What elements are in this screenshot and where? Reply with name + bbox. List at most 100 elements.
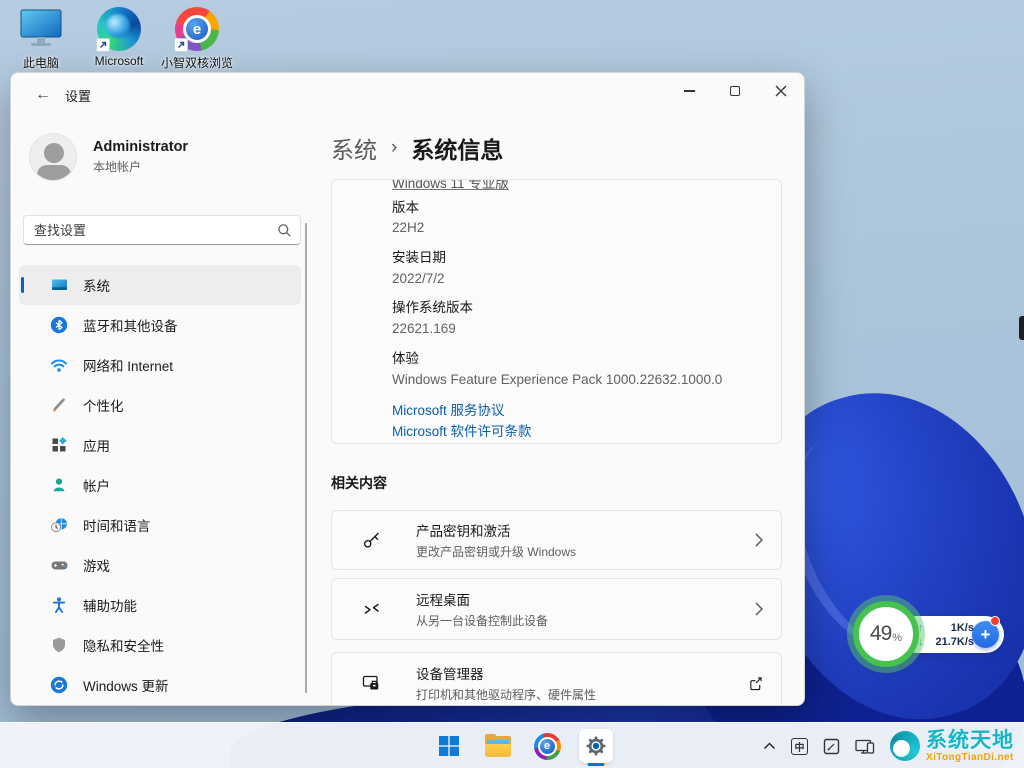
shortcut-arrow-icon — [96, 38, 110, 52]
sidebar-nav: 系统 蓝牙和其他设备 网络和 Internet 个性化 — [19, 265, 301, 705]
browser-button[interactable]: e — [530, 729, 564, 763]
related-content-title: 相关内容 — [331, 473, 387, 493]
chevron-right-icon — [745, 602, 763, 616]
windows-start-icon — [437, 734, 461, 758]
window-title: 设置 — [65, 86, 91, 105]
screen-edge-handle[interactable] — [1019, 316, 1024, 340]
card-title: 设备管理器 — [416, 663, 745, 683]
breadcrumb-parent[interactable]: 系统 — [331, 131, 377, 165]
search-box[interactable] — [23, 215, 301, 245]
account-name: Administrator — [93, 139, 188, 155]
license-terms-link[interactable]: Microsoft 软件许可条款 — [392, 420, 532, 440]
usage-percent: 49 — [870, 622, 891, 646]
card-title: 产品密钥和激活 — [416, 520, 745, 540]
maximize-icon — [730, 86, 740, 96]
card-remote-desktop[interactable]: 远程桌面 从另一台设备控制此设备 — [331, 578, 782, 640]
desktop-icon-this-pc[interactable]: 此电脑 — [2, 6, 80, 71]
desktop-icon-xiaozhi-browser[interactable]: e 小智双核浏览 — [158, 6, 236, 71]
avatar — [29, 133, 77, 181]
windows-update-icon — [49, 676, 69, 694]
time-language-icon — [49, 516, 69, 534]
breadcrumb-separator: › — [391, 137, 397, 159]
spec-value: 2022/7/2 — [392, 271, 445, 286]
xitongtiandi-logo-icon — [890, 731, 920, 761]
card-subtitle: 更改产品密钥或升级 Windows — [416, 543, 745, 560]
active-app-indicator — [588, 763, 605, 766]
upload-speed: 1K/s — [951, 621, 974, 635]
spec-value: 22621.169 — [392, 321, 456, 336]
spec-label: 版本 — [392, 196, 419, 216]
chevron-up-icon — [763, 742, 776, 750]
apps-icon — [49, 436, 69, 454]
accessibility-icon — [49, 596, 69, 614]
browser-icon: e — [534, 733, 561, 760]
card-device-manager[interactable]: 设备管理器 打印机和其他驱动程序、硬件属性 — [331, 652, 782, 706]
search-icon — [277, 223, 292, 238]
touch-keyboard-button[interactable] — [823, 738, 840, 755]
xitongtiandi-watermark[interactable]: 系统天地 XiTongTianDi.net — [890, 730, 1014, 763]
maximize-button[interactable] — [712, 73, 758, 109]
ime-indicator[interactable]: 中 — [791, 738, 808, 755]
clipped-edition-line: Windows 11 专业版 — [392, 180, 509, 190]
search-input[interactable] — [34, 223, 277, 238]
sidebar-item-bluetooth[interactable]: 蓝牙和其他设备 — [19, 305, 301, 345]
memory-usage-ball[interactable]: 49 % — [853, 601, 919, 667]
sidebar-item-apps[interactable]: 应用 — [19, 425, 301, 465]
windows-spec-panel: Windows 11 专业版 版本 22H2 安装日期 2022/7/2 操作系… — [331, 179, 782, 444]
chevron-right-icon — [745, 533, 763, 547]
card-product-key-activation[interactable]: 产品密钥和激活 更改产品密钥或升级 Windows — [331, 510, 782, 570]
desktop-icons: 此电脑 Microsoft e 小智双核浏览 — [2, 6, 236, 71]
services-agreement-link[interactable]: Microsoft 服务协议 — [392, 399, 505, 419]
cast-device-icon — [855, 738, 875, 755]
titlebar: ← 设置 — [11, 73, 804, 117]
spec-label: 安装日期 — [392, 246, 446, 266]
this-pc-icon — [18, 8, 64, 50]
minimize-button[interactable] — [666, 73, 712, 109]
sidebar-item-windows-update[interactable]: Windows 更新 — [19, 665, 301, 705]
sidebar-item-gaming[interactable]: 游戏 — [19, 545, 301, 585]
close-icon — [775, 85, 787, 97]
desktop-icon-label: 小智双核浏览 — [161, 54, 233, 71]
account-type: 本地帐户 — [93, 158, 188, 175]
sidebar-item-system[interactable]: 系统 — [19, 265, 301, 305]
settings-taskbar-button[interactable] — [579, 729, 613, 763]
shortcut-arrow-icon — [174, 38, 188, 52]
sidebar-item-personalization[interactable]: 个性化 — [19, 385, 301, 425]
tray-expand-button[interactable] — [763, 742, 776, 750]
sidebar-item-network[interactable]: 网络和 Internet — [19, 345, 301, 385]
card-title: 远程桌面 — [416, 589, 745, 609]
sidebar-item-accessibility[interactable]: 辅助功能 — [19, 585, 301, 625]
back-button[interactable]: ← — [29, 81, 57, 109]
spec-value: Windows Feature Experience Pack 1000.226… — [392, 372, 722, 387]
breadcrumb: 系统 › 系统信息 — [331, 131, 503, 165]
taskbar: e 中 — [0, 722, 1024, 768]
settings-gear-icon — [584, 734, 608, 758]
account-card[interactable]: Administrator 本地帐户 — [29, 133, 188, 181]
sidebar-item-accounts[interactable]: 帐户 — [19, 465, 301, 505]
desktop-icon-label: Microsoft — [95, 54, 144, 68]
spec-label: 操作系统版本 — [392, 296, 473, 316]
desktop-icon-label: 此电脑 — [23, 54, 59, 71]
sidebar-scrollbar[interactable] — [305, 223, 307, 693]
close-button[interactable] — [758, 73, 804, 109]
watermark-title: 系统天地 — [926, 730, 1014, 751]
gaming-icon — [49, 556, 69, 574]
desktop-icon-microsoft-edge[interactable]: Microsoft — [80, 6, 158, 71]
cast-button[interactable] — [855, 738, 875, 755]
bluetooth-icon — [49, 316, 69, 334]
spec-label: 体验 — [392, 347, 419, 367]
network-icon — [49, 356, 69, 374]
notification-dot — [990, 616, 1000, 626]
file-explorer-icon — [485, 736, 511, 757]
percent-sign: % — [892, 632, 902, 644]
file-explorer-button[interactable] — [481, 729, 515, 763]
minimize-icon — [684, 90, 695, 92]
accounts-icon — [49, 476, 69, 494]
sidebar-item-privacy[interactable]: 隐私和安全性 — [19, 625, 301, 665]
touch-keyboard-icon — [823, 738, 840, 755]
key-icon — [359, 530, 383, 550]
ime-chinese-icon: 中 — [791, 738, 808, 755]
watermark-domain: XiTongTianDi.net — [926, 753, 1014, 763]
start-button[interactable] — [432, 729, 466, 763]
sidebar-item-time-language[interactable]: 时间和语言 — [19, 505, 301, 545]
